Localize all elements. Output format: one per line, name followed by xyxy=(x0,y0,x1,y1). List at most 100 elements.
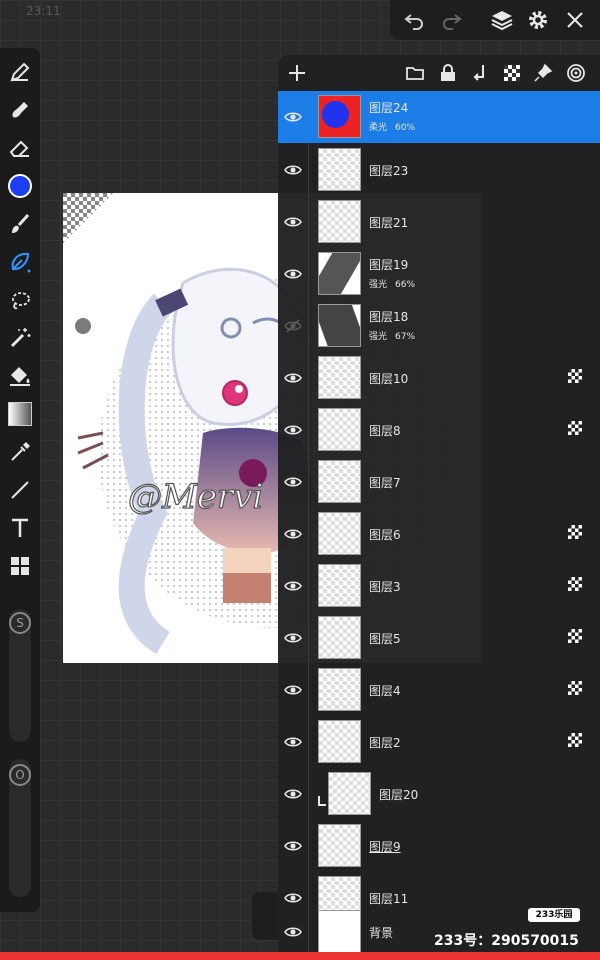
eye-icon[interactable] xyxy=(284,473,302,491)
eraser-icon[interactable] xyxy=(8,136,32,160)
grid-icon[interactable] xyxy=(8,554,32,578)
layer-row[interactable]: 图层24 柔光 60% xyxy=(278,91,600,143)
layer-row[interactable]: 图层4 xyxy=(278,664,600,716)
brush-icon[interactable] xyxy=(8,60,32,84)
layer-thumbnail[interactable] xyxy=(318,668,361,711)
layer-thumbnail[interactable] xyxy=(318,910,361,953)
eye-icon[interactable] xyxy=(284,161,302,179)
layer-name: 图层7 xyxy=(369,476,401,490)
eye-icon[interactable] xyxy=(284,923,302,941)
gear-icon[interactable] xyxy=(526,8,550,32)
layer-row[interactable]: 图层18 强光 67% xyxy=(278,300,600,352)
pin-icon[interactable] xyxy=(533,63,553,83)
alpha-lock-icon[interactable] xyxy=(568,421,582,435)
layer-thumbnail[interactable] xyxy=(318,720,361,763)
layer-thumbnail[interactable] xyxy=(318,512,361,555)
left-toolbar: S O xyxy=(0,48,40,912)
eye-icon[interactable] xyxy=(284,421,302,439)
eye-icon[interactable] xyxy=(284,681,302,699)
layers-icon[interactable] xyxy=(490,8,514,32)
undo-icon[interactable] xyxy=(402,8,426,32)
lock-icon[interactable] xyxy=(438,63,458,83)
layer-thumbnail[interactable] xyxy=(318,356,361,399)
eye-icon[interactable] xyxy=(284,785,302,803)
layer-name: 图层21 xyxy=(369,216,409,230)
fill-bucket-icon[interactable] xyxy=(8,364,32,388)
layer-row[interactable]: 图层9 xyxy=(278,820,600,872)
layer-row[interactable]: 图层6 xyxy=(278,508,600,560)
layer-thumbnail[interactable] xyxy=(318,460,361,503)
layer-row[interactable]: 图层10 xyxy=(278,352,600,404)
magic-wand-icon[interactable] xyxy=(8,326,32,350)
eye-icon[interactable] xyxy=(284,369,302,387)
watermark-badge: 233乐园 xyxy=(528,908,580,922)
redo-icon[interactable] xyxy=(440,8,464,32)
gradient-icon[interactable] xyxy=(8,402,32,426)
layer-row[interactable]: 图层19 强光 66% xyxy=(278,248,600,300)
layer-thumbnail[interactable] xyxy=(318,95,361,138)
alpha-lock-icon[interactable] xyxy=(568,369,582,383)
layer-name: 图层5 xyxy=(369,632,401,646)
paint-brush-icon[interactable] xyxy=(8,212,32,236)
canvas-signature: @Mervi xyxy=(128,477,263,517)
layer-thumbnail[interactable] xyxy=(318,252,361,295)
eye-icon[interactable] xyxy=(284,108,302,126)
layer-row[interactable]: 图层2 xyxy=(278,716,600,768)
layer-thumbnail[interactable] xyxy=(318,616,361,659)
eye-hidden-icon[interactable] xyxy=(284,317,302,335)
top-toolbar xyxy=(390,0,600,40)
watermark-id: 233号：290570015 xyxy=(434,933,579,949)
alpha-lock-icon[interactable] xyxy=(568,629,582,643)
layer-thumbnail[interactable] xyxy=(318,304,361,347)
line-icon[interactable] xyxy=(8,478,32,502)
eye-icon[interactable] xyxy=(284,889,302,907)
checker-icon[interactable] xyxy=(502,63,522,83)
layer-thumbnail[interactable] xyxy=(318,408,361,451)
eye-icon[interactable] xyxy=(284,837,302,855)
layer-name: 图层4 xyxy=(369,684,401,698)
text-icon[interactable] xyxy=(8,516,32,540)
brush-size-knob[interactable]: S xyxy=(9,612,31,634)
close-icon[interactable] xyxy=(563,8,587,32)
status-time: 23:11 xyxy=(26,4,61,18)
eye-icon[interactable] xyxy=(284,213,302,231)
layer-blend-info: 强光 66% xyxy=(369,277,415,290)
merge-down-icon[interactable] xyxy=(471,63,491,83)
layer-row[interactable]: 图层21 xyxy=(278,196,600,248)
alpha-lock-icon[interactable] xyxy=(568,733,582,747)
target-icon[interactable] xyxy=(566,63,586,83)
layer-row[interactable]: 图层20 xyxy=(278,768,600,820)
layer-row[interactable]: 图层3 xyxy=(278,560,600,612)
layer-opacity: 60% xyxy=(395,123,416,133)
layer-thumbnail[interactable] xyxy=(318,564,361,607)
alpha-lock-icon[interactable] xyxy=(568,681,582,695)
eye-icon[interactable] xyxy=(284,733,302,751)
lasso-icon[interactable] xyxy=(8,288,32,312)
layer-thumbnail[interactable] xyxy=(328,772,371,815)
layer-thumbnail[interactable] xyxy=(318,148,361,191)
layer-name: 图层20 xyxy=(379,788,419,802)
add-layer-icon[interactable] xyxy=(287,63,307,83)
folder-icon[interactable] xyxy=(405,63,425,83)
lasso-pen-icon[interactable] xyxy=(8,250,32,274)
color-swatch[interactable] xyxy=(8,174,32,198)
eye-icon[interactable] xyxy=(284,265,302,283)
layer-name: 图层3 xyxy=(369,580,401,594)
layer-row[interactable]: 图层8 xyxy=(278,404,600,456)
layer-name: 图层2 xyxy=(369,736,401,750)
brush-opacity-knob[interactable]: O xyxy=(9,764,31,786)
layer-row[interactable]: 图层5 xyxy=(278,612,600,664)
layer-opacity: 66% xyxy=(395,280,416,290)
smudge-icon[interactable] xyxy=(8,98,32,122)
eye-icon[interactable] xyxy=(284,525,302,543)
alpha-lock-icon[interactable] xyxy=(568,525,582,539)
bottom-tab[interactable] xyxy=(252,892,278,940)
eyedropper-icon[interactable] xyxy=(8,440,32,464)
layer-thumbnail[interactable] xyxy=(318,200,361,243)
alpha-lock-icon[interactable] xyxy=(568,577,582,591)
layer-row[interactable]: 图层23 xyxy=(278,144,600,196)
eye-icon[interactable] xyxy=(284,577,302,595)
layer-thumbnail[interactable] xyxy=(318,824,361,867)
eye-icon[interactable] xyxy=(284,629,302,647)
layer-row[interactable]: 图层7 xyxy=(278,456,600,508)
